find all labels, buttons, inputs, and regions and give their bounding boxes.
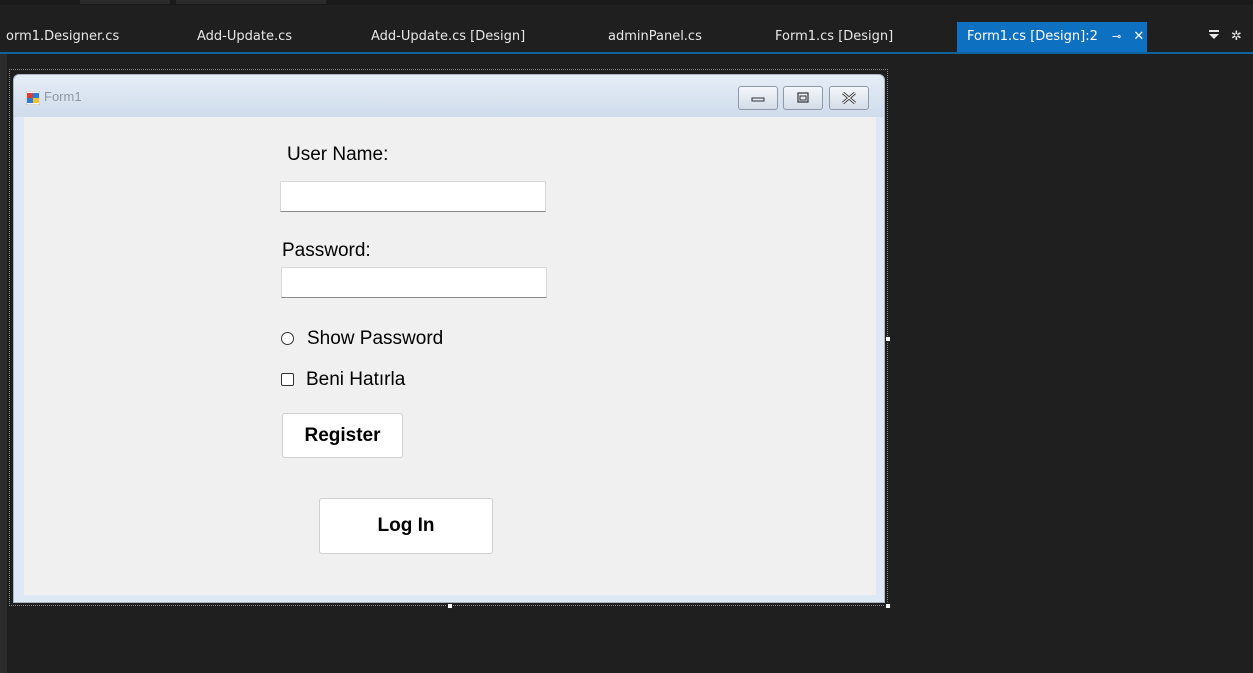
form-title-bar: Form1 (14, 75, 884, 117)
password-input[interactable] (281, 267, 547, 298)
login-button[interactable]: Log In (319, 498, 493, 554)
close-icon[interactable]: ✕ (1133, 29, 1144, 44)
tab-label: Add-Update.cs [Design] (371, 29, 526, 44)
register-button[interactable]: Register (282, 413, 403, 458)
close-window-icon (842, 91, 856, 105)
pin-icon[interactable]: ⊸ (1112, 30, 1121, 43)
show-password-label: Show Password (307, 328, 444, 349)
minimize-button[interactable] (738, 86, 778, 110)
maximize-icon (797, 92, 809, 103)
tab-label: Form1.cs [Design] (775, 29, 894, 44)
username-label: User Name: (287, 144, 389, 165)
tab-form1-design-2[interactable]: Form1.cs [Design]:2 ⊸ ✕ (957, 22, 1147, 52)
tab-label: adminPanel.cs (608, 29, 702, 44)
remember-me-label: Beni Hatırla (306, 369, 406, 390)
tab-form1-design[interactable]: Form1.cs [Design] (775, 22, 893, 52)
form-title: Form1 (44, 89, 82, 104)
resize-handle-corner[interactable] (885, 603, 891, 609)
tab-admin-panel[interactable]: adminPanel.cs (608, 22, 702, 52)
form-client-area: User Name: Password: Show Password Beni … (24, 117, 876, 595)
top-strip (0, 0, 1253, 5)
tab-label: Add-Update.cs (197, 29, 292, 44)
remember-me-checkbox[interactable] (281, 373, 294, 386)
tab-form1-designer[interactable]: orm1.Designer.cs (6, 22, 119, 52)
dropdown-icon[interactable] (1208, 22, 1220, 52)
top-strip-segment (80, 0, 170, 4)
minimize-icon (751, 97, 765, 102)
form1-window: Form1 User Name: Password: Show Password… (13, 74, 885, 603)
top-strip-segment (176, 0, 326, 4)
tab-label: Form1.cs [Design]:2 (967, 29, 1098, 44)
resize-handle-right[interactable] (885, 336, 891, 342)
document-tab-bar: orm1.Designer.cs Add-Update.cs Add-Updat… (0, 22, 1253, 54)
tab-add-update-design[interactable]: Add-Update.cs [Design] (371, 22, 525, 52)
show-password-radio[interactable] (281, 332, 294, 345)
tab-label: orm1.Designer.cs (6, 29, 120, 44)
form-icon (26, 91, 40, 105)
close-window-button[interactable] (829, 86, 869, 110)
resize-handle-bottom[interactable] (447, 603, 453, 609)
gear-icon[interactable]: ✲ (1231, 22, 1242, 52)
username-input[interactable] (280, 181, 546, 212)
maximize-button[interactable] (783, 86, 823, 110)
left-gutter (0, 54, 7, 673)
password-label: Password: (282, 240, 371, 261)
tab-add-update[interactable]: Add-Update.cs (197, 22, 292, 52)
